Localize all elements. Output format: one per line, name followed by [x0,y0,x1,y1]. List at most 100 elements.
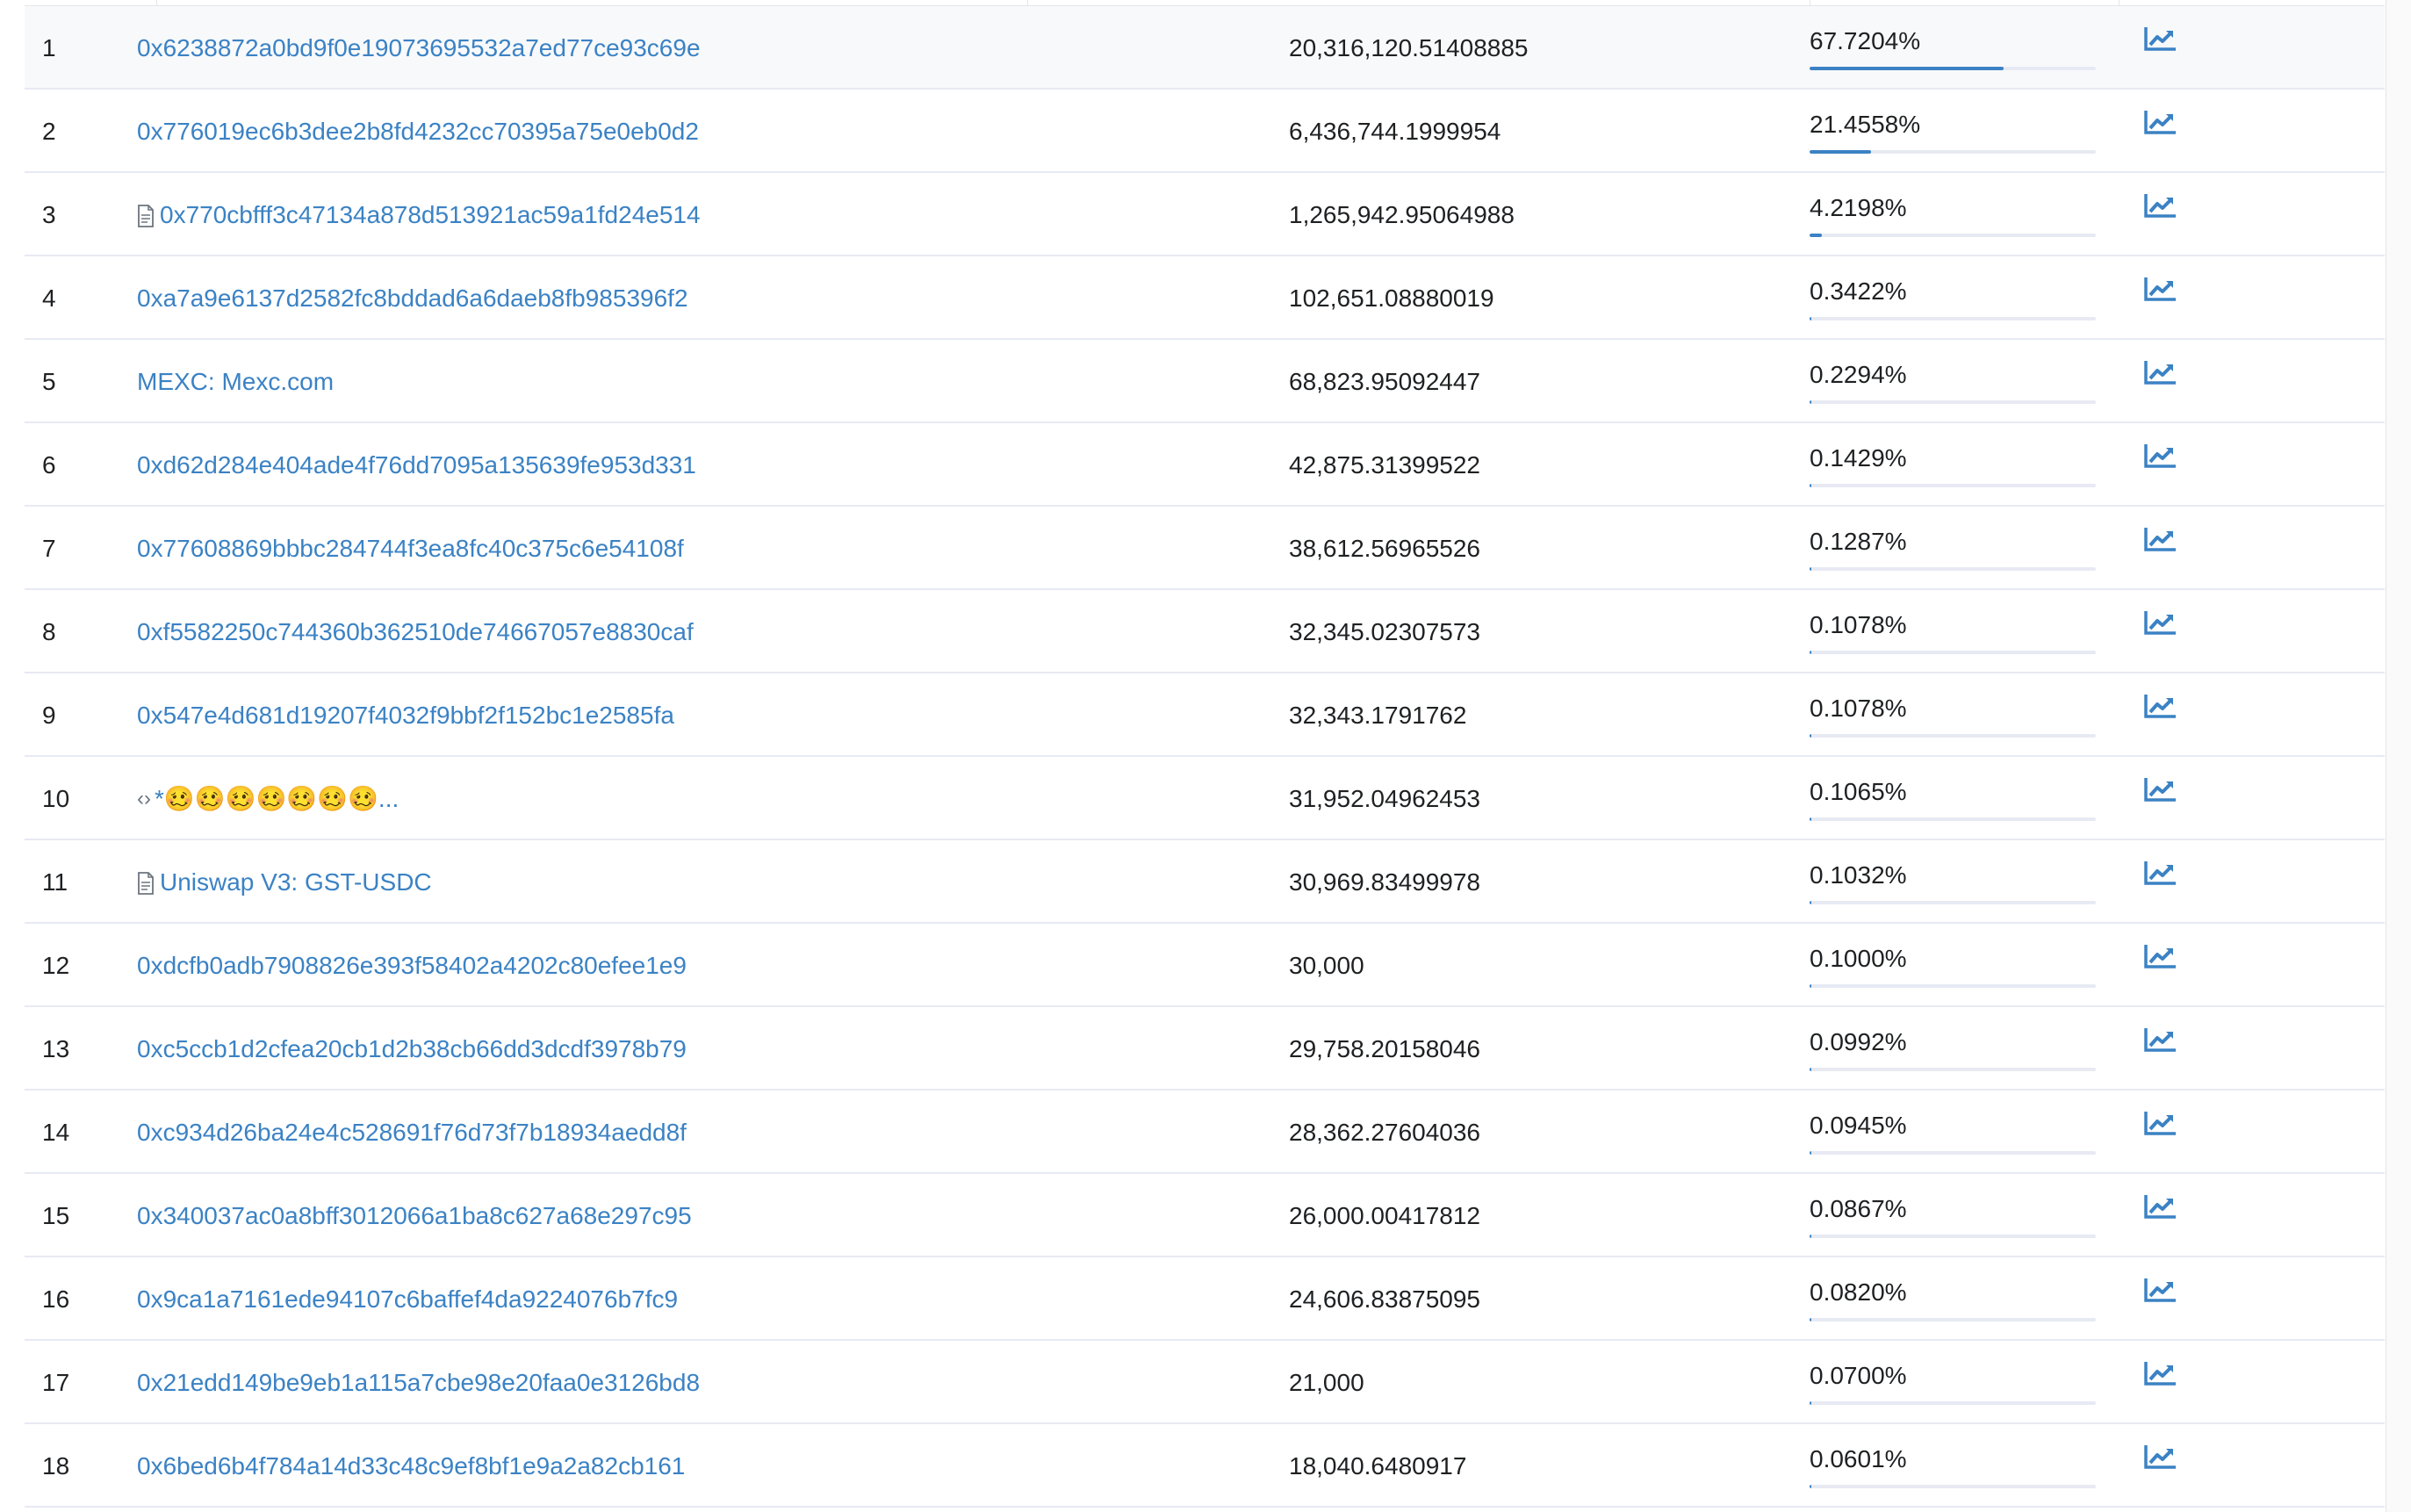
address-cell: 0xa7a9e6137d2582fc8bddad6a6daeb8fb985396… [137,256,688,340]
percentage-text: 0.1078% [1810,611,1907,638]
address-cell: 0x770cbfff3c47134a878d513921ac59a1fd24e5… [137,173,701,256]
quantity-cell: 20,316,120.51408885 [1289,33,1529,61]
percentage-cell: 0.1287% [1810,507,2096,590]
chart-line-icon[interactable] [2142,1091,2179,1174]
quantity-cell: 21,000 [1289,1368,1364,1396]
holder-address-link[interactable]: 0x340037ac0a8bff3012066a1ba8c627a68e297c… [137,1202,692,1230]
chart-line-icon[interactable] [2142,1424,2179,1508]
token-holders-table: 1 0x6238872a0bd9f0e19073695532a7ed77ce93c… [25,0,2385,1508]
chart-line-icon-svg [2144,111,2176,134]
rank-cell: 10 [42,784,70,812]
rank-cell: 7 [42,534,56,562]
chart-line-icon-svg [2144,361,2176,385]
percentage-text: 0.1032% [1810,861,1907,889]
percentage-text: 0.1065% [1810,778,1907,805]
quantity-cell: 102,651.08880019 [1289,284,1494,312]
address-cell: 0x77608869bbbc284744f3ea8fc40c375c6e5410… [137,507,684,590]
chart-line-icon-svg [2144,945,2176,968]
quantity-cell: 31,952.04962453 [1289,784,1480,812]
holder-address-link[interactable]: 0xc934d26ba24e4c528691f76d73f7b18934aedd… [137,1119,687,1147]
chart-line-icon[interactable] [2142,1257,2179,1341]
percentage-bar-fill [1810,1068,1811,1071]
holder-address-link[interactable]: 0x6bed6b4f784a14d33c48c9ef8bf1e9a2a82cb1… [137,1452,685,1480]
chart-line-icon[interactable] [2142,1007,2179,1091]
holder-address-link[interactable]: 0xf5582250c744360b362510de74667057e8830c… [137,618,694,646]
percentage-text: 0.1287% [1810,528,1907,555]
address-cell: 0x21edd149be9eb1a115a7cbe98e20faa0e3126b… [137,1341,700,1424]
file-icon [137,868,160,896]
quantity-cell: 28,362.27604036 [1289,1118,1480,1146]
address-cell: 0x340037ac0a8bff3012066a1ba8c627a68e297c… [137,1174,692,1257]
rank-cell: 18 [42,1451,70,1480]
chart-line-icon[interactable] [2142,924,2179,1007]
quantity-cell: 26,000.00417812 [1289,1201,1480,1229]
chart-line-icon[interactable] [2142,1341,2179,1424]
percentage-bar-fill [1810,984,1811,988]
percentage-cell: 0.0820% [1810,1257,2096,1341]
rank-cell: 16 [42,1285,70,1313]
percentage-text: 0.1078% [1810,695,1907,722]
address-cell: 0xc934d26ba24e4c528691f76d73f7b18934aedd… [137,1091,687,1174]
holder-address-link[interactable]: 0x6238872a0bd9f0e19073695532a7ed77ce93c6… [137,34,701,62]
table-row: 16 0x9ca1a7161ede94107c6baffef4da9224076b… [25,1257,2385,1341]
percentage-bar-track [1810,651,2096,654]
holder-address-link[interactable]: 0xd62d284e404ade4f76dd7095a135639fe953d3… [137,451,696,479]
percentage-cell: 0.1429% [1810,423,2096,507]
percentage-cell: 0.2294% [1810,340,2096,423]
holder-address-link[interactable]: 0xc5ccb1d2cfea20cb1d2b38cb66dd3dcdf3978b… [137,1035,687,1063]
percentage-bar-fill [1810,317,1811,320]
percentage-bar-fill [1810,1235,1811,1238]
percentage-bar-fill [1810,67,2004,70]
chart-line-icon[interactable] [2142,1174,2179,1257]
percentage-bar-fill [1810,901,1811,904]
holder-address-link[interactable]: *🥴🥴🥴🥴🥴🥴🥴... [155,784,399,813]
chart-line-icon[interactable] [2142,590,2179,673]
address-cell: 0x776019ec6b3dee2b8fd4232cc70395a75e0eb0… [137,90,699,173]
percentage-bar-track [1810,1318,2096,1321]
file-icon [137,201,160,229]
percentage-cell: 0.0867% [1810,1174,2096,1257]
percentage-bar-track [1810,1401,2096,1405]
percentage-bar-track [1810,1151,2096,1155]
quantity-cell: 30,969.83499978 [1289,868,1480,896]
percentage-text: 0.0945% [1810,1112,1907,1139]
holder-address-link[interactable]: 0x21edd149be9eb1a115a7cbe98e20faa0e3126b… [137,1369,700,1397]
rank-cell: 17 [42,1368,70,1396]
holder-address-link[interactable]: 0x770cbfff3c47134a878d513921ac59a1fd24e5… [160,201,701,229]
holder-address-link[interactable]: 0x77608869bbbc284744f3ea8fc40c375c6e5410… [137,535,684,563]
table-header-edge [25,0,2385,6]
holder-address-link[interactable]: Uniswap V3: GST-USDC [160,868,432,896]
holder-address-link[interactable]: 0x547e4d681d19207f4032f9bbf2f152bc1e2585… [137,702,674,730]
holder-address-link[interactable]: 0xa7a9e6137d2582fc8bddad6a6daeb8fb985396… [137,284,688,313]
chart-line-icon[interactable] [2142,423,2179,507]
table-row: 3 0x770cbfff3c47134a878d513921ac59a1fd24e… [25,173,2385,256]
chart-line-icon[interactable] [2142,757,2179,840]
holder-address-link[interactable]: 0x9ca1a7161ede94107c6baffef4da9224076b7f… [137,1285,678,1314]
percentage-bar-fill [1810,484,1811,487]
percentage-text: 21.4558% [1810,111,1921,138]
percentage-bar-track [1810,484,2096,487]
vertical-scrollbar[interactable] [2386,0,2411,1512]
holder-address-link[interactable]: 0x776019ec6b3dee2b8fd4232cc70395a75e0eb0… [137,118,699,146]
holder-address-link[interactable]: 0xdcfb0adb7908826e393f58402a4202c80efee1… [137,952,687,980]
rank-cell: 8 [42,617,56,645]
chart-line-icon[interactable] [2142,507,2179,590]
chart-line-icon[interactable] [2142,6,2179,90]
address-cell: 0xf5582250c744360b362510de74667057e8830c… [137,590,694,673]
holder-address-link[interactable]: MEXC: Mexc.com [137,368,334,396]
chart-line-icon[interactable] [2142,173,2179,256]
rank-cell: 13 [42,1034,70,1062]
chart-line-icon[interactable] [2142,90,2179,173]
percentage-text: 0.0867% [1810,1195,1907,1222]
chart-line-icon[interactable] [2142,840,2179,924]
chart-line-icon-svg [2144,611,2176,635]
chart-line-icon[interactable] [2142,673,2179,757]
percentage-text: 0.0820% [1810,1278,1907,1306]
table-row: 14 0xc934d26ba24e4c528691f76d73f7b18934ae… [25,1091,2385,1174]
percentage-bar-fill [1810,817,1811,821]
percentage-bar-fill [1810,234,1822,237]
table-row: 6 0xd62d284e404ade4f76dd7095a135639fe953d… [25,423,2385,507]
chart-line-icon[interactable] [2142,256,2179,340]
chart-line-icon[interactable] [2142,340,2179,423]
percentage-text: 67.7204% [1810,27,1921,54]
